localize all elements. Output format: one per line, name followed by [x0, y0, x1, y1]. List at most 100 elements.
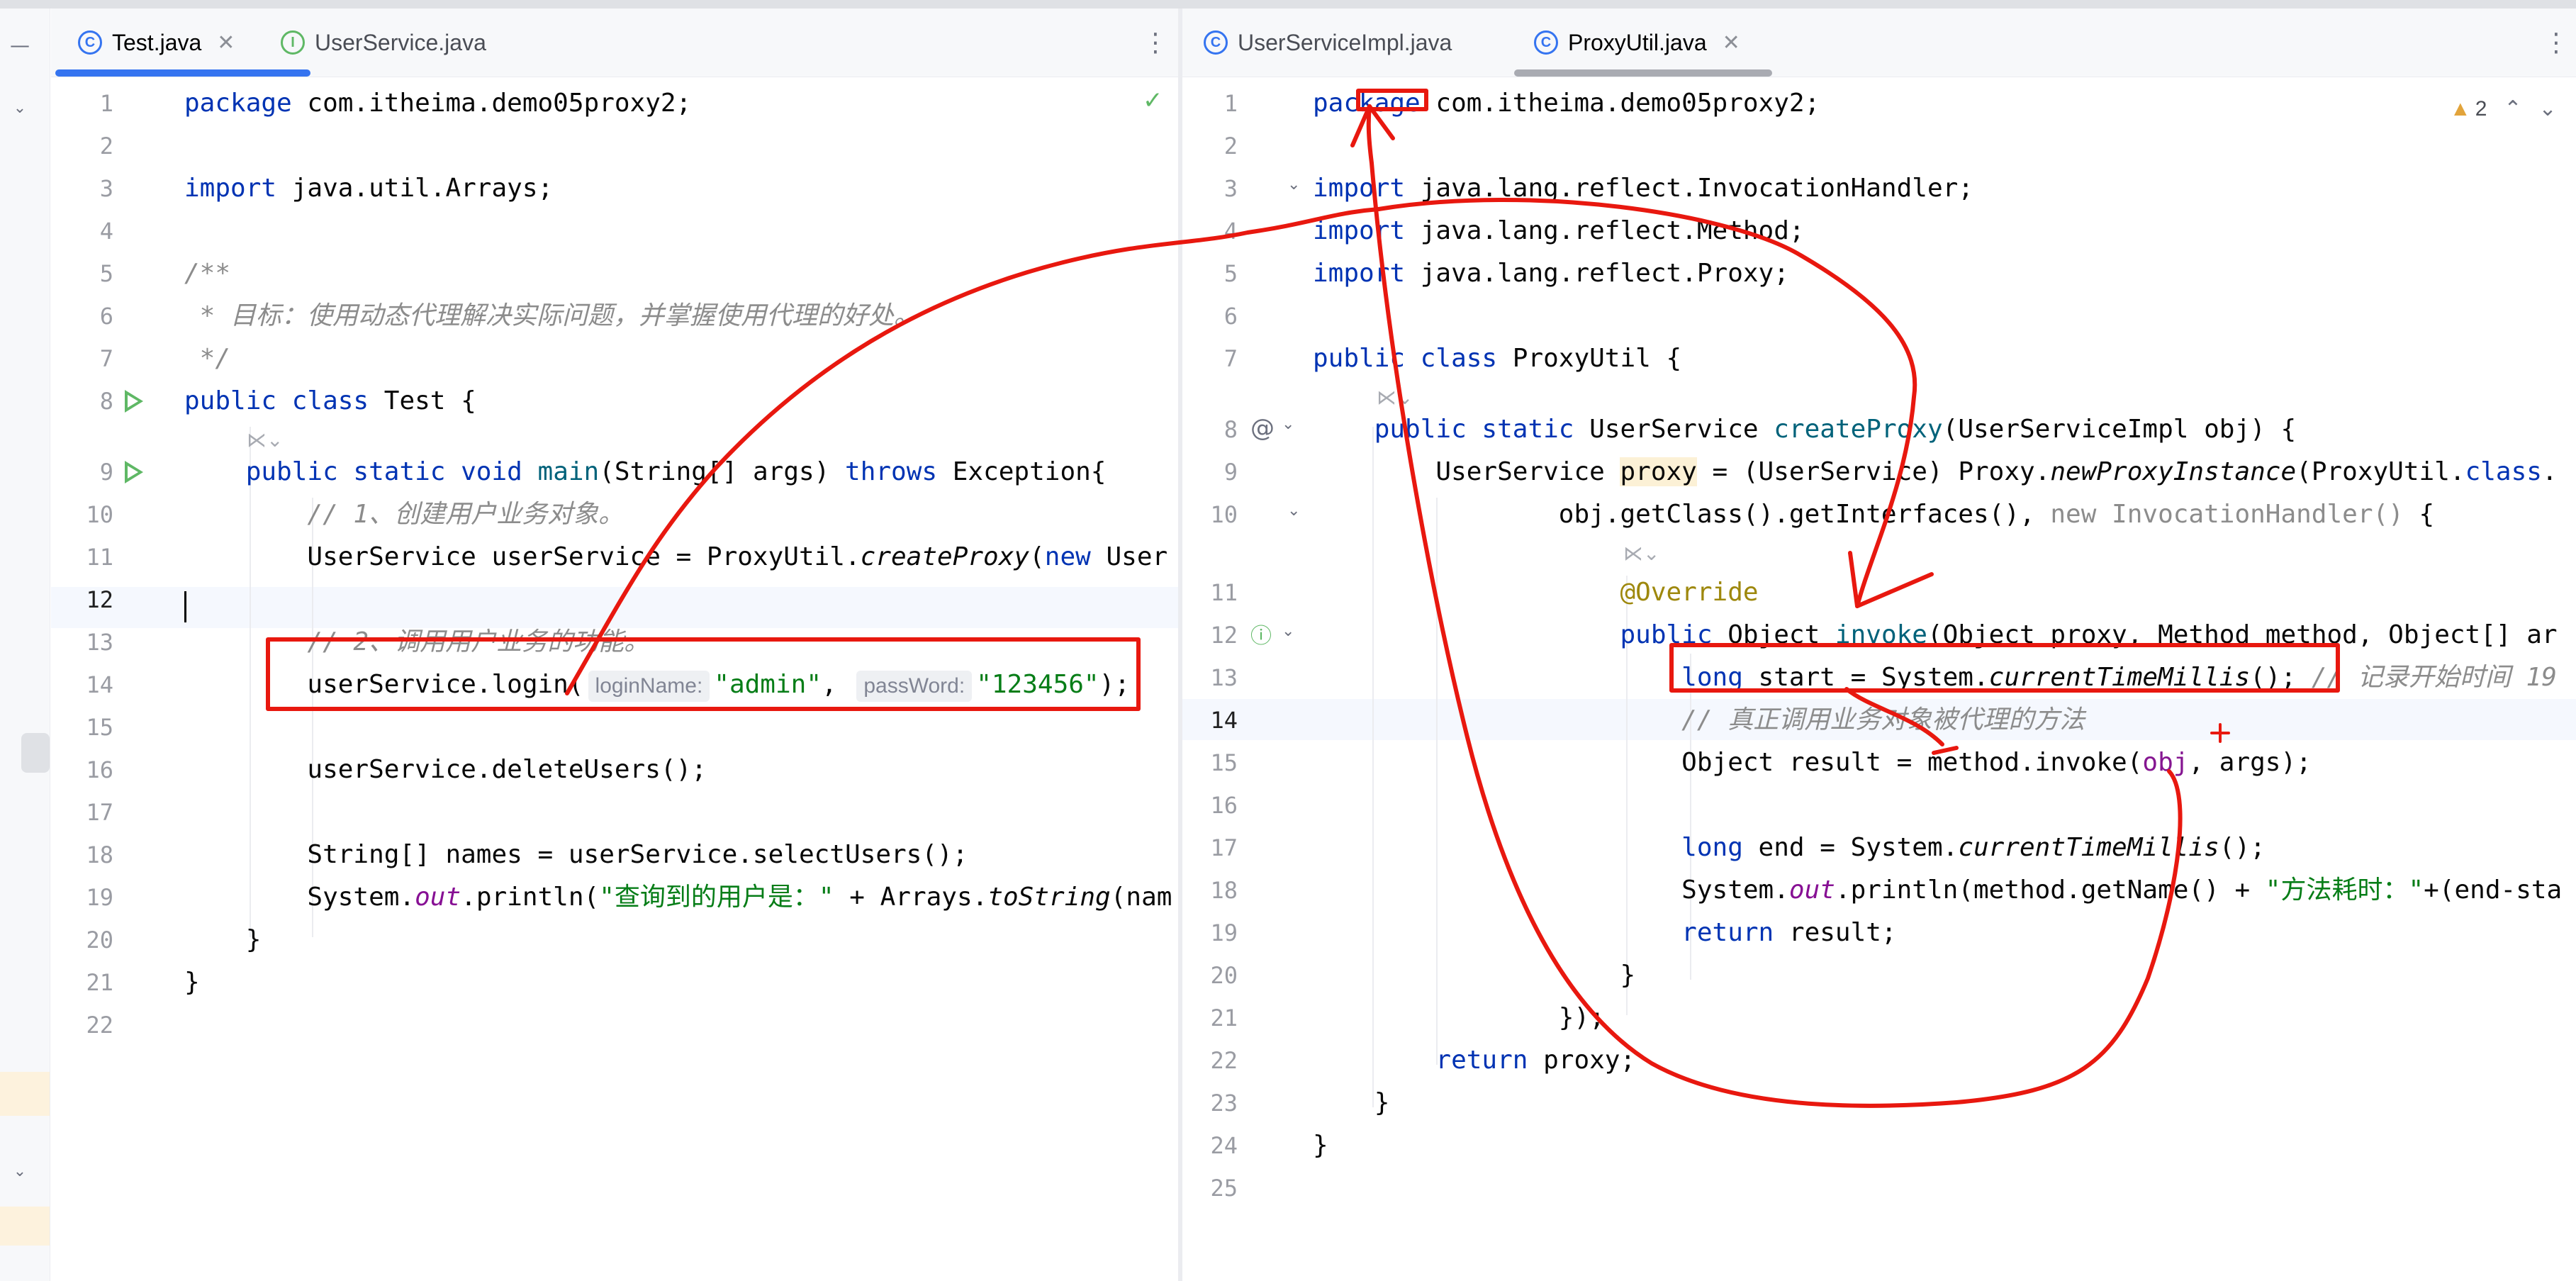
line-number: 11: [1210, 579, 1238, 606]
tab-bar-right: C UserServiceImpl.java C ProxyUtil.java …: [1182, 9, 2576, 77]
close-icon[interactable]: ✕: [217, 30, 235, 55]
code-line: import java.lang.reflect.Proxy;: [1313, 259, 1789, 288]
editor-pane-left: C Test.java ✕ I UserService.java ⋮ 1 2 3…: [51, 9, 1178, 1281]
warnings-count: 2: [2475, 96, 2487, 121]
chevron-down-icon[interactable]: ⌄: [6, 1163, 34, 1180]
line-number: 11: [86, 544, 113, 571]
code-line: import java.lang.reflect.Method;: [1313, 216, 1805, 245]
at-sign-icon[interactable]: @: [1250, 414, 1275, 442]
line-number: 22: [1210, 1047, 1238, 1074]
code-line: System.out.println("查询到的用户是：" + Arrays.t…: [184, 883, 1172, 912]
code-line: long start = System.currentTimeMillis();…: [1681, 663, 2557, 692]
code-line: public Object invoke(Object proxy, Metho…: [1620, 620, 2558, 649]
tab-userserviceimpl-java[interactable]: C UserServiceImpl.java: [1204, 9, 1452, 77]
line-number: 18: [1210, 877, 1238, 904]
ai-inlay-hint[interactable]: ⋉⌄: [1377, 386, 1413, 409]
code-line: System.out.println(method.getName() + "方…: [1313, 876, 2563, 905]
code-line: import java.lang.reflect.InvocationHandl…: [1313, 174, 1973, 203]
line-number: 3: [99, 175, 113, 202]
class-icon: C: [1204, 30, 1228, 55]
interface-icon: I: [281, 30, 305, 55]
code-line: userService.login(loginName: "admin", pas…: [184, 668, 1130, 702]
code-line: UserService userService = ProxyUtil.crea…: [184, 542, 1168, 571]
override-icon[interactable]: ⓘ: [1250, 618, 1272, 649]
code-line: // 2、调用用户业务的功能。: [184, 627, 650, 656]
line-number: 10: [86, 501, 113, 528]
tab-proxyutil-java[interactable]: C ProxyUtil.java ✕: [1534, 9, 1740, 77]
chevron-down-icon[interactable]: ⌄: [2539, 96, 2557, 121]
line-number: 17: [86, 799, 113, 826]
line-number: 25: [1210, 1175, 1238, 1202]
tab-userservice-java[interactable]: I UserService.java: [281, 9, 486, 77]
fold-icon[interactable]: ⌄: [1287, 176, 1300, 194]
run-icon[interactable]: [125, 461, 143, 483]
highlight-marker: [0, 1072, 50, 1116]
code-line: userService.deleteUsers();: [184, 755, 707, 784]
ai-inlay-hint[interactable]: ⋉⌄: [1623, 542, 1659, 565]
code-line: return result;: [1681, 918, 1897, 947]
param-hint-loginname: loginName:: [588, 671, 710, 702]
line-number: 21: [86, 969, 113, 996]
run-icon[interactable]: [125, 390, 143, 413]
line-number: 14: [86, 671, 113, 698]
code-line: String[] names = userService.selectUsers…: [184, 840, 968, 869]
code-line: import java.util.Arrays;: [184, 174, 554, 203]
kebab-menu-icon[interactable]: ⋮: [2543, 28, 2569, 57]
line-number: 15: [86, 714, 113, 741]
line-number: 22: [86, 1012, 113, 1039]
ai-inlay-hint[interactable]: ⋉⌄: [247, 428, 283, 452]
tab-test-java[interactable]: C Test.java ✕: [78, 9, 235, 77]
line-number: 13: [1210, 664, 1238, 691]
tab-label: UserService.java: [315, 29, 486, 55]
fold-icon[interactable]: ⌄: [1282, 622, 1294, 640]
line-number: 13: [86, 629, 113, 656]
minus-icon[interactable]: —: [6, 33, 34, 57]
chevron-down-icon[interactable]: ⌄: [6, 99, 34, 117]
code-line: }: [1313, 961, 1636, 990]
window-top-strip: [0, 0, 2576, 9]
line-number: 3: [1223, 175, 1238, 202]
line-number: 20: [1210, 962, 1238, 989]
line-number: 9: [99, 459, 113, 486]
code-line: Object result = method.invoke(obj, args)…: [1313, 748, 2312, 777]
line-number: 8: [99, 388, 113, 415]
line-number: 6: [99, 303, 113, 330]
editor-pane-right: C UserServiceImpl.java C ProxyUtil.java …: [1182, 9, 2576, 1281]
warning-icon: ▲: [2450, 96, 2471, 121]
code-line: }: [184, 968, 200, 997]
line-number: 4: [1223, 218, 1238, 245]
line-number: 20: [86, 927, 113, 953]
line-number: 14: [1210, 707, 1238, 734]
problems-indicator[interactable]: ▲ 2 ⌃ ⌄: [2450, 96, 2557, 121]
line-number: 5: [99, 260, 113, 287]
line-number: 24: [1210, 1132, 1238, 1159]
code-line: long end = System.currentTimeMillis();: [1681, 833, 2266, 862]
check-icon: ✓: [1143, 86, 1163, 115]
code-line: package com.itheima.demo05proxy2;: [1313, 89, 1820, 118]
code-line: // 真正调用业务对象被代理的方法: [1313, 705, 2085, 734]
active-tab-indicator: [55, 69, 310, 77]
tab-label: UserServiceImpl.java: [1238, 29, 1452, 55]
fold-icon[interactable]: ⌄: [1282, 415, 1294, 433]
line-number: 7: [99, 345, 113, 372]
kebab-menu-icon[interactable]: ⋮: [1143, 28, 1168, 57]
line-number: 9: [1223, 459, 1238, 486]
line-number: 21: [1210, 1005, 1238, 1031]
line-number: 2: [1223, 133, 1238, 160]
line-number: 18: [86, 841, 113, 868]
fold-icon[interactable]: ⌄: [1287, 502, 1300, 520]
line-number: 1: [99, 90, 113, 117]
code-line: * 目标：使用动态代理解决实际问题，并掌握使用代理的好处。: [184, 301, 920, 330]
code-line: public static UserService createProxy(Us…: [1374, 415, 2297, 444]
line-number: 1: [1223, 90, 1238, 117]
code-line: package com.itheima.demo05proxy2;: [184, 89, 692, 118]
left-tool-strip: — ⌄ ⌄: [0, 9, 50, 1281]
scroll-thumb[interactable]: [21, 733, 50, 773]
chevron-up-icon[interactable]: ⌃: [2504, 96, 2521, 121]
code-line: public static void main(String[] args) t…: [245, 457, 1107, 486]
code-line: return proxy;: [1435, 1046, 1636, 1075]
line-number: 5: [1223, 260, 1238, 287]
tab-label: ProxyUtil.java: [1568, 29, 1707, 55]
code-line: }: [1313, 1088, 1390, 1117]
close-icon[interactable]: ✕: [1723, 30, 1740, 55]
